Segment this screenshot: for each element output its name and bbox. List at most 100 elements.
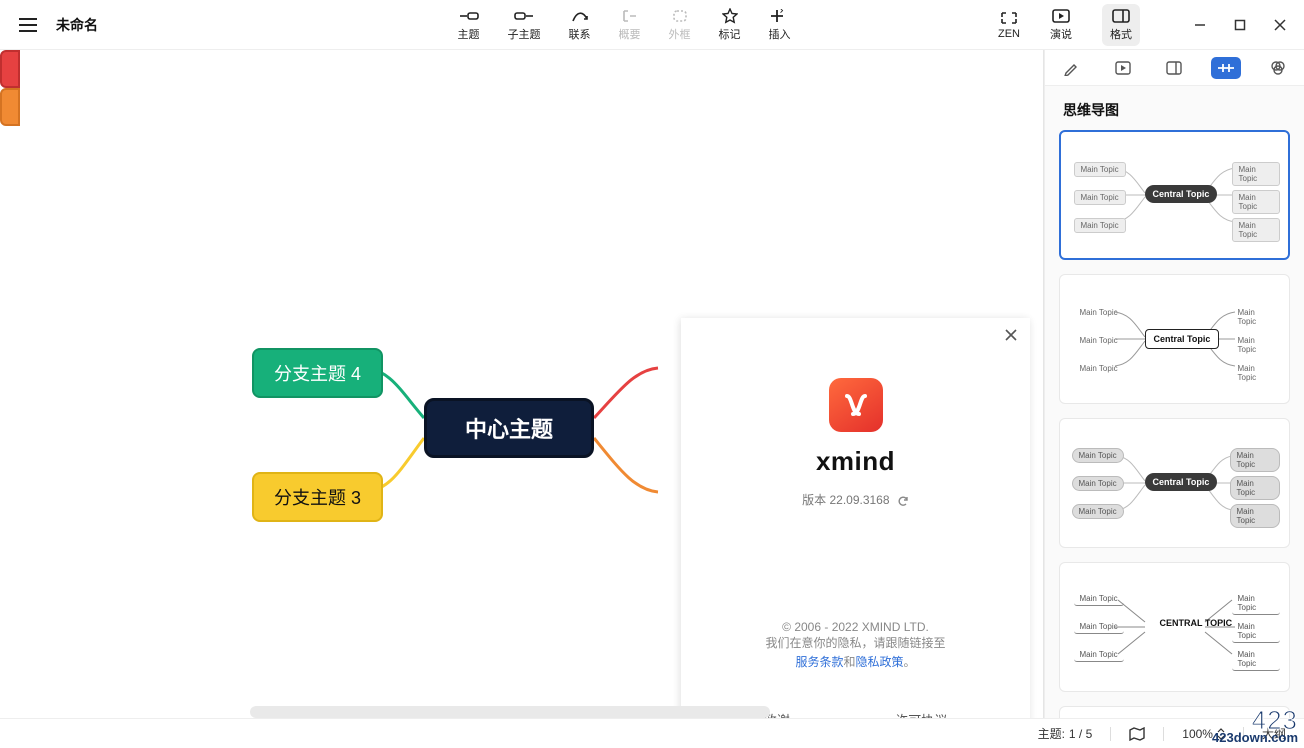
mini-main: Main Topic [1232, 218, 1280, 242]
topic-counter: 主题: 1 / 5 [1038, 725, 1093, 742]
branch-topic-2-clipped[interactable] [0, 88, 20, 126]
license-button[interactable]: 许可协议 [895, 710, 947, 718]
subtopic-button[interactable]: 子主题 [508, 8, 541, 42]
central-topic[interactable]: 中心主题 [424, 398, 594, 458]
mini-central: Central Topic [1145, 473, 1218, 491]
template-card-3[interactable]: Central Topic Main Topic Main Topic Main… [1059, 418, 1290, 548]
mini-main: Main Topic [1072, 504, 1124, 519]
brand-name: xmind [681, 446, 1030, 477]
summary-button: 概要 [619, 8, 641, 42]
color-tab-icon[interactable] [1263, 57, 1293, 79]
privacy-link[interactable]: 隐私政策 [856, 655, 904, 669]
branch-topic-1-clipped[interactable] [0, 50, 20, 88]
mini-central: Central Topic [1145, 185, 1218, 203]
toolbar-label: 演说 [1050, 26, 1072, 42]
zen-button[interactable]: ZEN [998, 10, 1020, 40]
skeleton-tab-icon[interactable] [1211, 57, 1241, 79]
style-tab-icon[interactable] [1056, 57, 1086, 79]
toolbar-label: 外框 [669, 26, 691, 42]
pitch-button[interactable]: 演说 [1050, 8, 1072, 42]
horizontal-scrollbar[interactable] [250, 706, 770, 718]
toolbar-label: 主题 [458, 26, 480, 42]
mini-main: Main Topic [1072, 476, 1124, 491]
hamburger-icon[interactable] [18, 15, 38, 35]
zoom-value: 100% [1182, 727, 1213, 741]
panel-tabs [1045, 50, 1304, 86]
mini-main: Main Topic [1074, 620, 1124, 634]
pitch-tab-icon[interactable] [1108, 57, 1138, 79]
mini-main: Main Topic [1074, 306, 1124, 319]
boundary-icon [670, 8, 690, 24]
branch-topic-4[interactable]: 分支主题 4 [252, 348, 383, 398]
mini-main: Main Topic [1232, 190, 1280, 214]
mini-main: Main Topic [1074, 648, 1124, 662]
mini-main: Main Topic [1232, 162, 1280, 186]
mini-central: CENTRAL TOPIC [1152, 615, 1241, 633]
mini-main: Main Topic [1072, 448, 1124, 463]
map-overview-icon[interactable] [1129, 727, 1145, 741]
mini-main: Main Topic [1232, 648, 1280, 671]
version-label: 版本 [802, 493, 826, 507]
toolbar-label: 标记 [719, 26, 741, 42]
star-icon [720, 8, 740, 24]
legal-links: 服务条款和隐私政策。 [701, 653, 1010, 670]
relationship-icon [570, 8, 590, 24]
branch-topic-3[interactable]: 分支主题 3 [252, 472, 383, 522]
toolbar-label: 概要 [619, 26, 641, 42]
plus-icon [770, 8, 790, 24]
format-panel: 思维导图 Central Topic Main Topic Main Topic… [1044, 50, 1304, 718]
boundary-button: 外框 [669, 8, 691, 42]
mini-main: Main Topic [1232, 620, 1280, 643]
zoom-control[interactable]: 100% [1182, 727, 1225, 741]
template-card-2[interactable]: Central Topic Main Topic Main Topic Main… [1059, 274, 1290, 404]
mini-main: Main Topic [1232, 592, 1280, 615]
toolbar-label: 子主题 [508, 26, 541, 42]
template-card-1[interactable]: Central Topic Main Topic Main Topic Main… [1059, 130, 1290, 260]
panel-title: 思维导图 [1045, 86, 1304, 130]
canvas-area[interactable]: 中心主题 分支主题 4 分支主题 3 xmind 版本 22.09.3168 [0, 50, 1044, 718]
app-logo-icon [829, 378, 883, 432]
status-bar: 主题: 1 / 5 100% 大纲 [0, 718, 1304, 748]
and-text: 和 [843, 655, 855, 669]
template-card-5-partial[interactable] [1059, 706, 1290, 718]
mini-main: Main Topic [1074, 190, 1126, 205]
version-line: 版本 22.09.3168 [681, 491, 1030, 508]
mini-main: Main Topic [1232, 334, 1280, 356]
tos-link[interactable]: 服务条款 [795, 655, 843, 669]
mini-main: Main Topic [1230, 504, 1280, 528]
mini-main: Main Topic [1074, 592, 1124, 606]
mini-main: Main Topic [1230, 476, 1280, 500]
outline-button[interactable]: 大纲 [1262, 725, 1286, 742]
minimize-icon[interactable] [1190, 15, 1210, 35]
insert-button[interactable]: 插入 [769, 8, 791, 42]
mini-central: Central Topic [1145, 329, 1220, 349]
marker-button[interactable]: 标记 [719, 8, 741, 42]
mini-main: Main Topic [1074, 362, 1124, 375]
mini-main: Main Topic [1074, 334, 1124, 347]
mini-main: Main Topic [1232, 362, 1280, 384]
toolbar-label: 联系 [569, 26, 591, 42]
mini-main: Main Topic [1230, 448, 1280, 472]
map-tab-icon[interactable] [1159, 57, 1189, 79]
main: 中心主题 分支主题 4 分支主题 3 xmind 版本 22.09.3168 [0, 50, 1304, 718]
panel-icon [1111, 8, 1131, 24]
maximize-icon[interactable] [1230, 15, 1250, 35]
toolbar-label: 格式 [1110, 26, 1132, 42]
template-list[interactable]: Central Topic Main Topic Main Topic Main… [1045, 130, 1304, 718]
relationship-button[interactable]: 联系 [569, 8, 591, 42]
format-button[interactable]: 格式 [1102, 4, 1140, 46]
topic-button[interactable]: 主题 [458, 8, 480, 42]
template-card-4[interactable]: CENTRAL TOPIC Main Topic Main Topic Main… [1059, 562, 1290, 692]
zen-icon [999, 10, 1019, 26]
about-dialog: xmind 版本 22.09.3168 © 2006 - 2022 XMIND … [681, 318, 1030, 718]
summary-icon [620, 8, 640, 24]
toolbar-label: 插入 [769, 26, 791, 42]
close-dialog-icon[interactable] [1004, 328, 1018, 347]
close-icon[interactable] [1270, 15, 1290, 35]
play-icon [1051, 8, 1071, 24]
mini-main: Main Topic [1074, 162, 1126, 177]
subtopic-icon [514, 8, 534, 24]
toolbar-label: ZEN [998, 28, 1020, 40]
topic-count: 1 / 5 [1069, 727, 1092, 741]
toolbar: 未命名 主题 子主题 联系 概要 外框 标记 插入 [0, 0, 1304, 50]
